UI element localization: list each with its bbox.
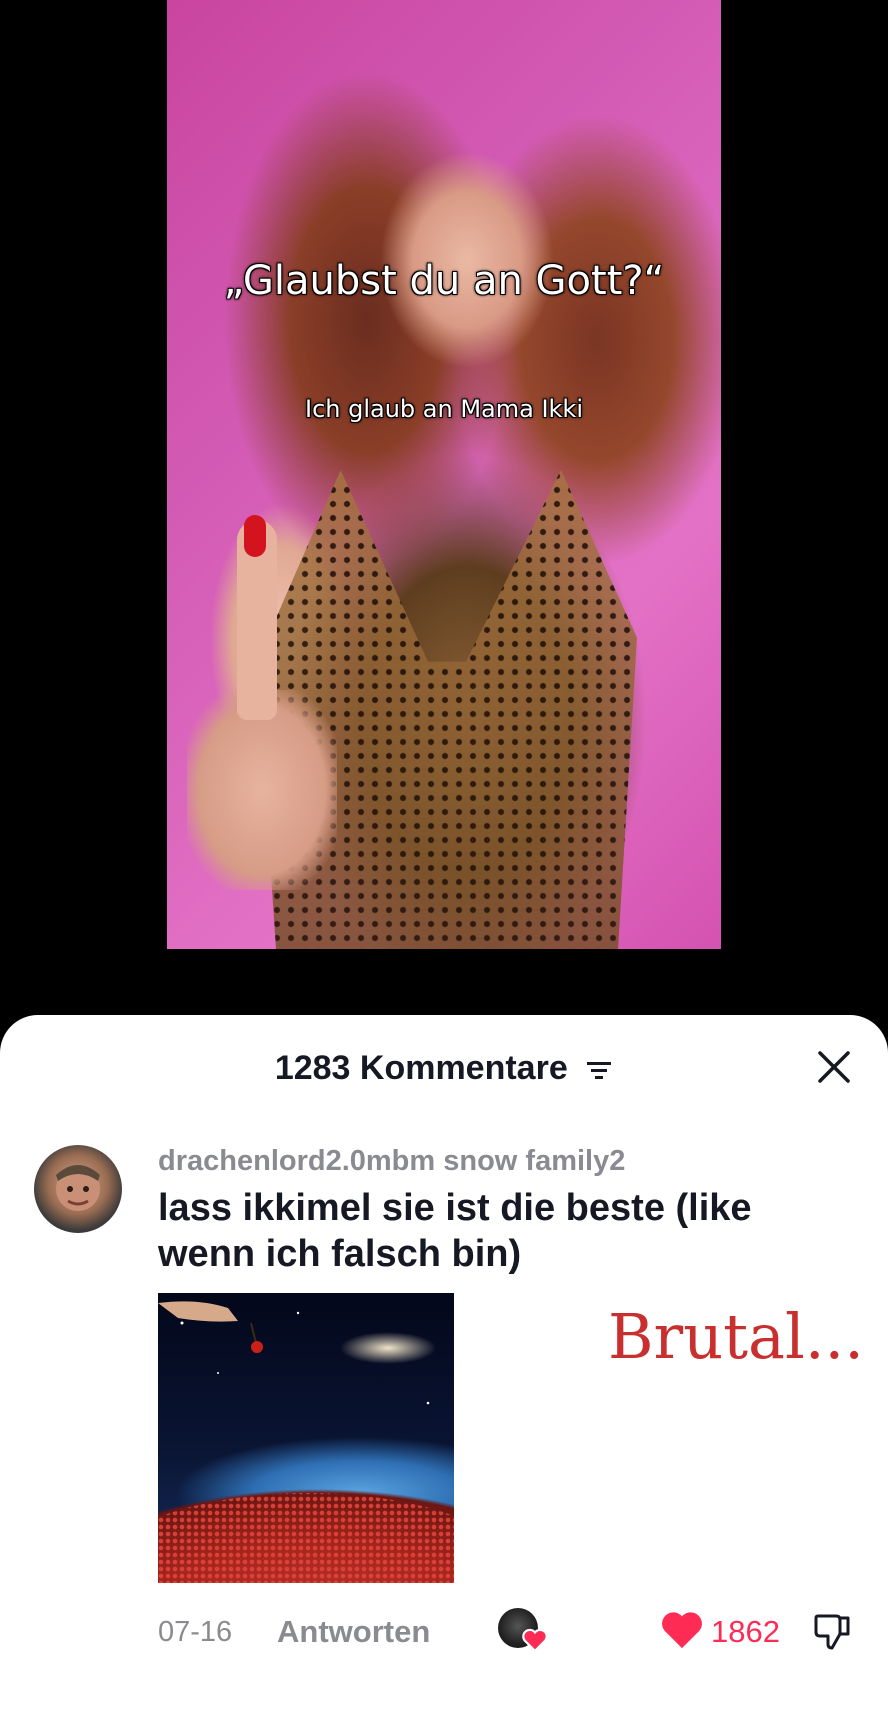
comments-count-title: 1283 Kommentare [274,1049,568,1087]
video-frame[interactable]: „Glaubst du an Gott?“ Ich glaub an Mama … [167,0,721,949]
creator-liked-heart-icon [522,1628,548,1652]
video-caption-main: „Glaubst du an Gott?“ [223,258,665,304]
close-icon[interactable] [816,1049,852,1085]
dislike-icon[interactable] [810,1610,854,1652]
comment-footer: 07-16 Antworten 1862 [0,1608,888,1660]
video-image-detail [244,515,266,557]
comments-header: 1283 Kommentare [0,1049,888,1090]
comment-username[interactable]: drachenlord2.0mbm snow family2 [158,1145,625,1178]
comment-image[interactable] [158,1293,454,1583]
filter-icon[interactable] [585,1051,613,1090]
reply-button[interactable]: Antworten [277,1614,430,1650]
comment-text: lass ikkimel sie ist die beste (like wen… [158,1187,752,1275]
avatar[interactable] [34,1145,122,1233]
comment-image-overlay-text: Brutal... [608,1300,864,1373]
like-count: 1862 [711,1614,780,1649]
video-caption-sub: Ich glaub an Mama Ikki [304,395,583,423]
video-player[interactable]: „Glaubst du an Gott?“ Ich glaub an Mama … [0,0,888,1015]
like-heart-icon[interactable] [660,1610,704,1650]
comment-date: 07-16 [158,1616,233,1648]
comments-sheet: 1283 Kommentare drachenlord2.0mbm snow f… [0,1015,888,1715]
video-image-detail [187,690,337,890]
